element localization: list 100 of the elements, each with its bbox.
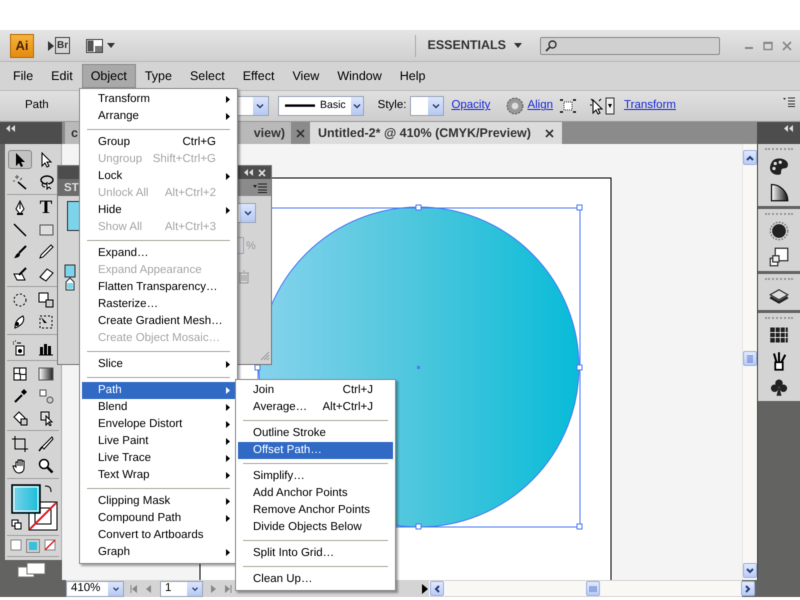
menu-item[interactable]: Clipping Mask <box>82 493 235 510</box>
menu-item[interactable]: Slice <box>82 356 235 373</box>
menu-item[interactable]: Compound Path <box>82 510 235 527</box>
menu-item[interactable]: View <box>283 64 328 88</box>
graphic-style-dropdown[interactable] <box>410 96 444 116</box>
blend-icon[interactable] <box>38 388 54 404</box>
menu-item[interactable]: Rasterize… <box>82 296 235 313</box>
palette-icon[interactable] <box>769 156 789 176</box>
menu-item[interactable]: Live Paint <box>82 433 235 450</box>
menu-item[interactable]: Split Into Grid… <box>238 545 393 562</box>
menu-item[interactable]: Path <box>82 382 235 399</box>
resize-grip-icon[interactable] <box>260 351 270 361</box>
menu-item[interactable]: Graph <box>82 544 235 561</box>
menu-item[interactable]: Clean Up… <box>238 571 393 588</box>
menu-item[interactable]: Divide Objects Below <box>238 519 393 536</box>
menu-item[interactable]: Select <box>180 64 234 88</box>
scroll-down-button[interactable] <box>743 563 757 578</box>
menu-item[interactable]: Add Anchor Points <box>238 485 393 502</box>
menu-item[interactable]: Envelope Distort <box>82 416 235 433</box>
menu-item[interactable]: Outline Stroke <box>238 425 393 442</box>
menu-item[interactable]: Simplify… <box>238 468 393 485</box>
layers-icon[interactable] <box>769 286 789 306</box>
menu-item[interactable]: File <box>4 64 42 88</box>
collapse-icon[interactable] <box>784 125 794 132</box>
free-transform-icon[interactable] <box>38 314 54 330</box>
menu-item[interactable]: Blend <box>82 399 235 416</box>
menu-item[interactable]: Convert to Artboards <box>82 527 235 544</box>
select-similar-icon[interactable] <box>589 97 616 115</box>
workspace-switcher[interactable]: ESSENTIALS <box>414 34 522 56</box>
eyedropper-icon[interactable] <box>12 388 28 404</box>
menu-item[interactable]: Object <box>82 64 136 88</box>
menu-item[interactable]: Window <box>328 64 391 88</box>
magic-wand-icon[interactable] <box>12 174 28 190</box>
rectangle-icon[interactable] <box>38 222 54 238</box>
overlapping-squares-icon[interactable] <box>769 247 789 267</box>
align-link[interactable]: Align <box>527 97 554 115</box>
menu-item[interactable]: Edit <box>42 64 82 88</box>
screen-mode-icon[interactable] <box>17 562 47 578</box>
gradient-wedge-icon[interactable] <box>769 182 789 202</box>
menu-item[interactable]: Create Gradient Mesh… <box>82 313 235 330</box>
artboard-icon[interactable] <box>12 436 28 452</box>
none-mode-icon[interactable] <box>44 539 56 551</box>
menu-item[interactable]: Transform <box>82 91 235 108</box>
close-icon[interactable] <box>296 129 305 138</box>
menu-item[interactable]: Arrange <box>82 108 235 125</box>
menu-item[interactable]: Flatten Transparency… <box>82 279 235 296</box>
gradient-icon[interactable] <box>38 366 54 382</box>
scroll-thumb[interactable] <box>586 581 600 596</box>
stroke-style-dropdown[interactable]: Basic <box>278 96 364 116</box>
collapse-icon[interactable] <box>6 125 16 132</box>
recolor-icon[interactable] <box>506 97 524 115</box>
zoom-icon[interactable] <box>38 458 54 474</box>
sphere-icon[interactable] <box>769 221 789 241</box>
menu-item[interactable]: Remove Anchor Points <box>238 502 393 519</box>
scroll-thumb[interactable] <box>743 351 757 366</box>
menu-item[interactable]: Lock <box>82 168 235 185</box>
eraser-icon[interactable] <box>38 266 54 282</box>
lasso-icon[interactable] <box>38 174 54 190</box>
paintbrush-icon[interactable] <box>12 244 28 260</box>
scroll-up-button[interactable] <box>743 150 757 165</box>
gradient-stop-icon[interactable] <box>64 264 76 292</box>
grid-icon[interactable] <box>769 325 789 345</box>
menu-item[interactable]: Join Ctrl+J <box>238 382 393 399</box>
maximize-icon[interactable] <box>763 40 773 50</box>
trash-icon[interactable] <box>238 270 250 284</box>
club-icon[interactable] <box>769 377 789 397</box>
page-dropdown[interactable]: 1 <box>160 580 203 596</box>
align-icon[interactable] <box>559 98 578 114</box>
layout-button[interactable] <box>86 38 116 52</box>
document-tab[interactable]: Untitled-2* @ 410% (CMYK/Preview) <box>310 122 562 144</box>
transform-link[interactable]: Transform <box>624 97 676 115</box>
menu-item[interactable]: Type <box>136 64 181 88</box>
scroll-right-button[interactable] <box>741 581 755 596</box>
slice-icon[interactable] <box>38 436 54 452</box>
opacity-link[interactable]: Opacity <box>451 97 490 115</box>
pencil-icon[interactable] <box>38 244 54 260</box>
scale-icon[interactable] <box>38 292 54 308</box>
paint-bucket-icon[interactable] <box>12 410 28 426</box>
blob-brush-icon[interactable] <box>12 266 28 282</box>
menu-item[interactable]: Effect <box>234 64 284 88</box>
line-icon[interactable] <box>12 222 28 238</box>
rotate-icon[interactable] <box>12 292 28 308</box>
fill-stroke-swatches[interactable] <box>9 482 59 532</box>
menu-item[interactable]: Hide <box>82 202 235 219</box>
menu-item[interactable]: Help <box>390 64 434 88</box>
menu-item[interactable]: Live Trace <box>82 450 235 467</box>
mesh-icon[interactable] <box>12 366 28 382</box>
app-logo[interactable]: Ai <box>10 34 34 58</box>
menu-item[interactable]: Expand… <box>82 245 235 262</box>
color-mode-icon[interactable] <box>10 539 22 551</box>
panel-menu-icon[interactable] <box>253 183 267 193</box>
zoom-dropdown[interactable]: 410% <box>66 580 124 596</box>
menu-item[interactable]: Average… Alt+Ctrl+J <box>238 399 393 416</box>
panel-menu-icon[interactable] <box>783 97 795 107</box>
menu-item[interactable]: Offset Path… <box>238 442 393 459</box>
live-selection-icon[interactable] <box>38 410 54 426</box>
search-field[interactable] <box>540 36 720 54</box>
menu-item[interactable]: Text Wrap <box>82 467 235 484</box>
scroll-left-button[interactable] <box>430 581 444 596</box>
type-tool-button[interactable]: T <box>34 198 58 217</box>
